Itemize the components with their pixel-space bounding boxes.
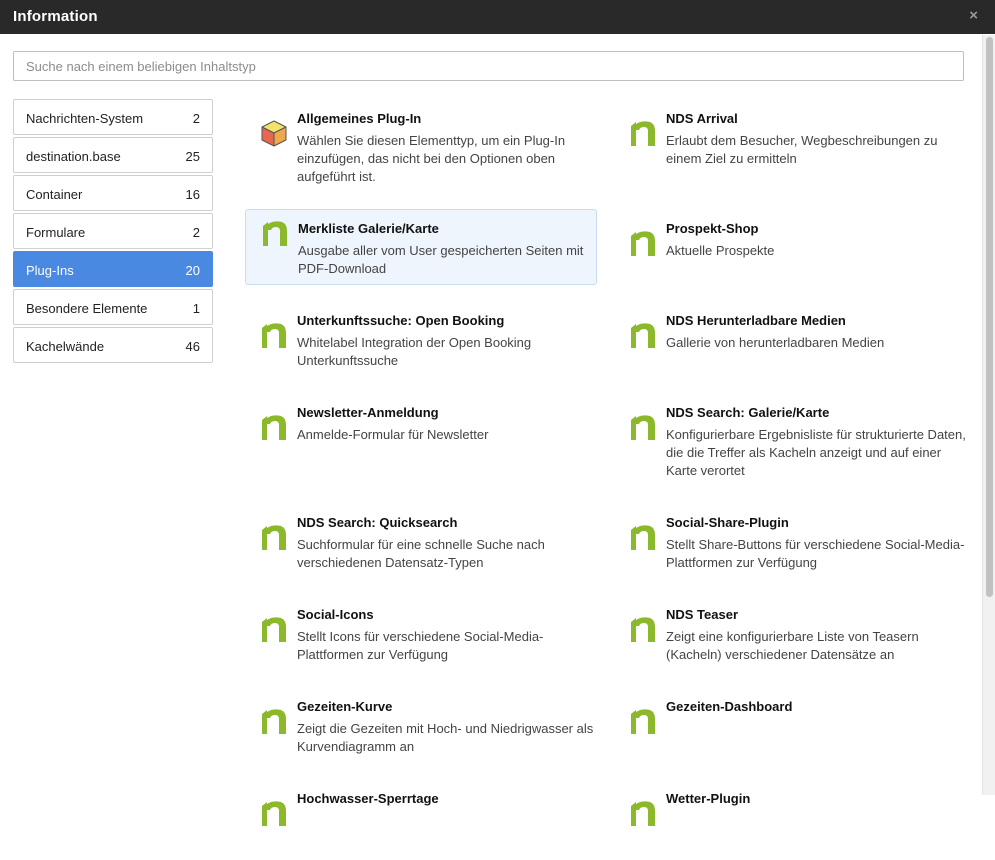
plugin-item[interactable]: Wetter-Plugin	[614, 790, 966, 860]
sidebar-item-nachrichten-system[interactable]: Nachrichten-System 2	[13, 99, 213, 135]
plugin-item-title: Gezeiten-Dashboard	[666, 699, 793, 714]
nds-logo-icon	[260, 218, 290, 248]
plugin-item[interactable]: Allgemeines Plug-In Wählen Sie diesen Ele…	[245, 110, 597, 184]
sidebar-item-label: destination.base	[26, 149, 121, 164]
sidebar-item-count: 46	[185, 339, 200, 354]
plugin-item[interactable]: NDS Search: Quicksearch Suchformular für …	[245, 514, 597, 584]
plugin-item[interactable]: Newsletter-Anmeldung Anmelde-Formular für…	[245, 404, 597, 474]
scrollbar[interactable]	[982, 35, 995, 795]
nds-logo-icon	[628, 412, 658, 442]
sidebar-item-count: 25	[185, 149, 200, 164]
plugin-item-title: NDS Search: Quicksearch	[297, 515, 458, 530]
plugin-item[interactable]: Gezeiten-Dashboard	[614, 698, 966, 768]
nds-logo-icon	[628, 228, 658, 258]
nds-logo-icon	[259, 798, 289, 828]
plugin-item-description: Anmelde-Formular für Newsletter	[297, 427, 489, 442]
nds-logo-icon	[259, 412, 289, 442]
sidebar-item-count: 2	[192, 111, 200, 126]
sidebar-item-label: Container	[26, 187, 83, 202]
nds-logo-icon	[259, 706, 289, 736]
plugin-item-title: Prospekt-Shop	[666, 221, 759, 236]
plugin-item-title: Newsletter-Anmeldung	[297, 405, 439, 420]
plugin-item-title: Merkliste Galerie/Karte	[298, 221, 439, 236]
plugin-item-description: Whitelabel Integration der Open Booking …	[297, 335, 532, 368]
sidebar-item-label: Nachrichten-System	[26, 111, 144, 126]
plugin-item-description: Erlaubt dem Besucher, Wegbeschreibungen …	[666, 133, 938, 166]
sidebar-item-label: Kachelwände	[26, 339, 105, 354]
dialog-title: Information	[13, 8, 98, 25]
plugin-item-description: Suchformular für eine schnelle Suche nac…	[297, 537, 545, 570]
sidebar-item-container[interactable]: Container 16	[13, 175, 213, 211]
nds-logo-icon	[259, 320, 289, 350]
plugin-item-title: Hochwasser-Sperrtage	[297, 791, 439, 806]
plugin-item-title: Social-Share-Plugin	[666, 515, 789, 530]
plugin-item-description: Konfigurierbare Ergebnisliste für strukt…	[666, 427, 966, 478]
nds-logo-icon	[628, 320, 658, 350]
plugin-item-description: Zeigt die Gezeiten mit Hoch- und Niedrig…	[297, 721, 594, 754]
plugin-item-description: Ausgabe aller vom User gespeicherten Sei…	[298, 243, 584, 276]
sidebar-item-count: 1	[192, 301, 200, 316]
nds-logo-icon	[628, 614, 658, 644]
sidebar-item-count: 20	[185, 263, 200, 278]
plugin-list: Allgemeines Plug-In Wählen Sie diesen Ele…	[245, 0, 975, 826]
plugin-item[interactable]: Gezeiten-Kurve Zeigt die Gezeiten mit Hoc…	[245, 698, 597, 768]
plugin-item-title: Allgemeines Plug-In	[297, 111, 422, 126]
plugin-item-title: Unterkunftssuche: Open Booking	[297, 313, 505, 328]
plugin-item-description: Aktuelle Prospekte	[666, 243, 775, 258]
sidebar-item-kachelwaende[interactable]: Kachelwände 46	[13, 327, 213, 363]
sidebar-item-besondere-elemente[interactable]: Besondere Elemente 1	[13, 289, 213, 325]
scrollbar-thumb[interactable]	[986, 37, 993, 597]
plugin-item-description: Wählen Sie diesen Elementtyp, um ein Plu…	[297, 133, 566, 184]
plugin-item[interactable]: Prospekt-Shop Aktuelle Prospekte	[614, 220, 966, 290]
nds-logo-icon	[259, 522, 289, 552]
plugin-item[interactable]: Hochwasser-Sperrtage	[245, 790, 597, 860]
nds-logo-icon	[628, 798, 658, 828]
plugin-item-title: NDS Herunterladbare Medien	[666, 313, 846, 328]
nds-logo-icon	[259, 614, 289, 644]
sidebar-item-count: 2	[192, 225, 200, 240]
plugin-item-title: NDS Search: Galerie/Karte	[666, 405, 830, 420]
plugin-item-title: Gezeiten-Kurve	[297, 699, 393, 714]
nds-logo-icon	[628, 706, 658, 736]
plugin-item[interactable]: Unterkunftssuche: Open Booking Whitelabel…	[245, 312, 597, 382]
sidebar-item-count: 16	[185, 187, 200, 202]
cube-icon	[259, 118, 289, 148]
sidebar-item-formulare[interactable]: Formulare 2	[13, 213, 213, 249]
sidebar-item-destination-base[interactable]: destination.base 25	[13, 137, 213, 173]
plugin-item[interactable]: NDS Search: Galerie/Karte Konfigurierbare…	[614, 404, 966, 478]
plugin-item[interactable]: NDS Herunterladbare Medien Gallerie von h…	[614, 312, 966, 382]
plugin-item-description: Zeigt eine konfigurierbare Liste von Tea…	[666, 629, 919, 662]
sidebar-item-label: Formulare	[26, 225, 86, 240]
nds-logo-icon	[628, 522, 658, 552]
nds-logo-icon	[628, 118, 658, 148]
plugin-item[interactable]: Merkliste Galerie/Karte Ausgabe aller vom…	[245, 209, 597, 285]
plugin-item-title: Wetter-Plugin	[666, 791, 751, 806]
category-sidebar: Nachrichten-System 2 destination.base 25…	[13, 99, 213, 365]
plugin-item-title: NDS Arrival	[666, 111, 738, 126]
plugin-item-title: NDS Teaser	[666, 607, 739, 622]
plugin-item[interactable]: NDS Teaser Zeigt eine konfigurierbare Lis…	[614, 606, 966, 676]
sidebar-item-label: Plug-Ins	[26, 263, 74, 278]
plugin-item-description: Stellt Share-Buttons für verschiedene So…	[666, 537, 965, 570]
sidebar-item-label: Besondere Elemente	[26, 301, 148, 316]
plugin-item-description: Stellt Icons für verschiedene Social-Med…	[297, 629, 544, 662]
plugin-item[interactable]: NDS Arrival Erlaubt dem Besucher, Wegbesc…	[614, 110, 966, 180]
plugin-item-description: Gallerie von herunterladbaren Medien	[666, 335, 885, 350]
plugin-item-title: Social-Icons	[297, 607, 374, 622]
plugin-item[interactable]: Social-Share-Plugin Stellt Share-Buttons …	[614, 514, 966, 584]
sidebar-item-plug-ins[interactable]: Plug-Ins 20	[13, 251, 213, 287]
plugin-item[interactable]: Social-Icons Stellt Icons für verschieden…	[245, 606, 597, 676]
